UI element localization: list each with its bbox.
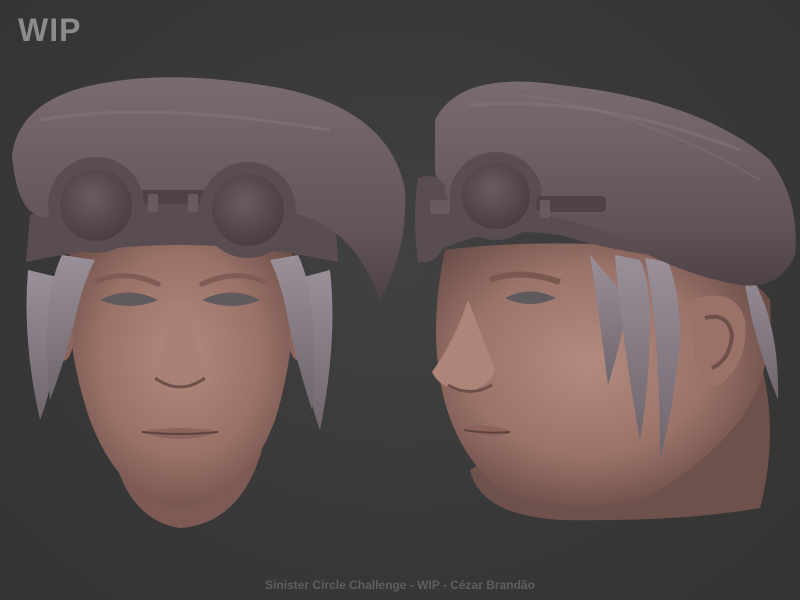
three-quarter-view	[415, 81, 796, 521]
front-view	[12, 77, 406, 528]
sculpt-render	[12, 77, 796, 528]
wip-label: WIP	[18, 12, 82, 48]
caption-credit: Sinister Circle Challenge - WIP - Cézar …	[265, 578, 535, 592]
render-canvas: WIP Sinister Circle Challenge - WIP - Cé…	[0, 0, 800, 600]
